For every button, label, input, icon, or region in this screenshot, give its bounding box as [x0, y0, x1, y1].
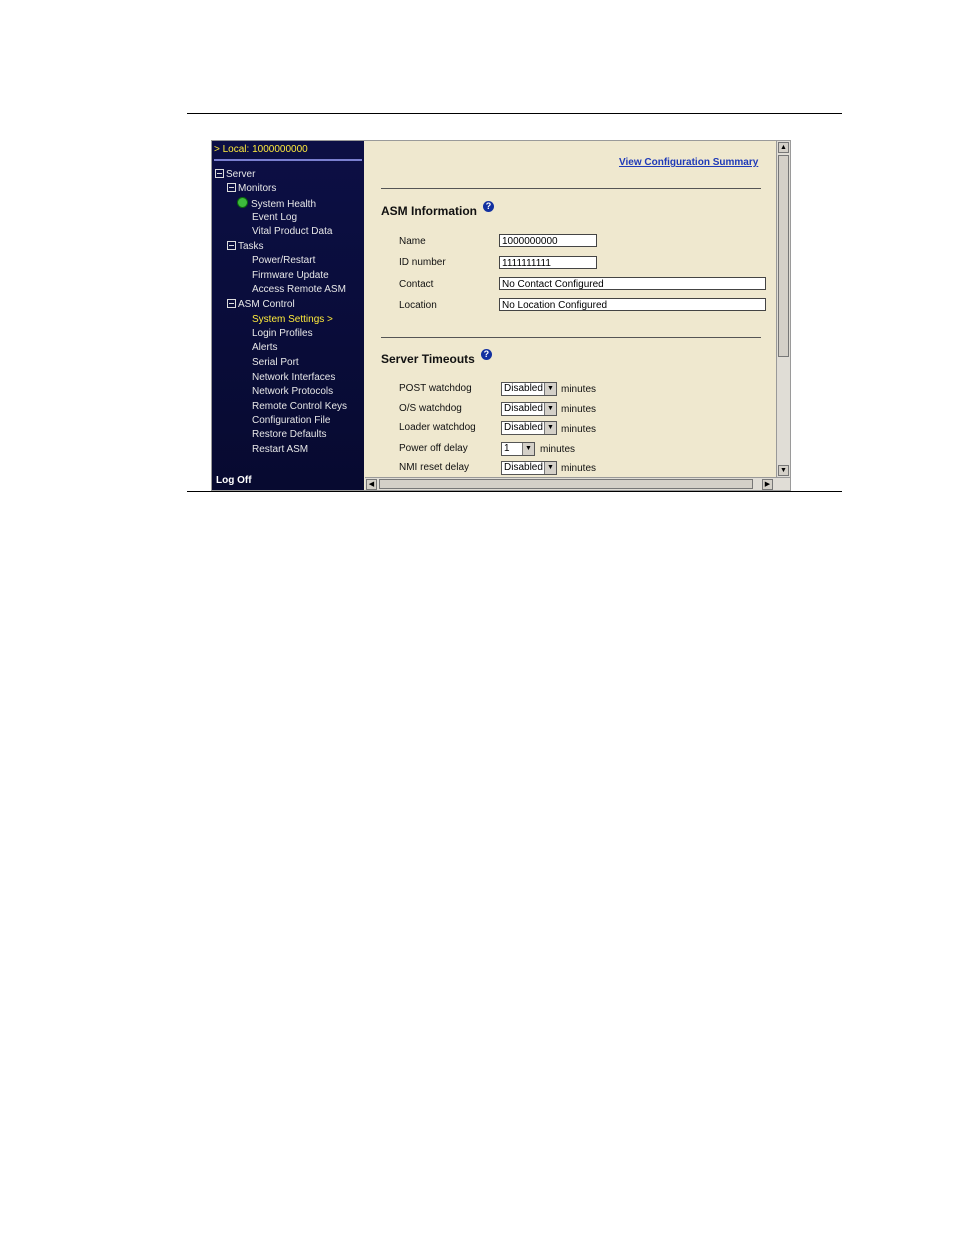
location-label: Location	[399, 300, 437, 311]
tree-item-power-restart[interactable]: Power/Restart	[252, 255, 315, 267]
loader-watchdog-unit: minutes	[561, 424, 597, 435]
id-number-label: ID number	[399, 257, 446, 268]
dropdown-arrow-icon[interactable]: ▼	[544, 422, 556, 434]
tree-item-network-interfaces[interactable]: Network Interfaces	[252, 372, 335, 384]
select-value: 1	[504, 443, 510, 454]
tree-item-access-remote-asm[interactable]: Access Remote ASM	[252, 284, 346, 296]
dropdown-arrow-icon[interactable]: ▼	[522, 443, 534, 455]
post-watchdog-label: POST watchdog	[399, 383, 472, 394]
tree-item-restore-defaults[interactable]: Restore Defaults	[252, 429, 326, 441]
post-watchdog-select[interactable]: Disabled ▼	[501, 382, 557, 396]
scroll-left-icon[interactable]: ◀	[366, 479, 377, 490]
horizontal-scrollbar[interactable]: ◀ ▶	[365, 477, 790, 490]
os-watchdog-unit: minutes	[561, 404, 597, 415]
id-number-input[interactable]: 1111111111	[499, 256, 597, 269]
tree-label: System Health	[251, 199, 317, 210]
scroll-down-icon[interactable]: ▼	[778, 465, 789, 476]
screenshot-frame: > Local: 1000000000 Server Monitors Syst…	[211, 140, 791, 491]
help-icon[interactable]: ?	[483, 201, 494, 212]
tree-label: Monitors	[238, 183, 277, 194]
contact-input[interactable]: No Contact Configured	[499, 277, 766, 290]
tree-item-tasks[interactable]: Tasks	[227, 241, 264, 253]
select-value: Disabled	[504, 422, 543, 433]
vertical-scrollbar[interactable]: ▲ ▼	[776, 141, 790, 477]
section-title-text: Server Timeouts	[381, 352, 475, 366]
tree-item-asm-control[interactable]: ASM Control	[227, 299, 295, 311]
health-status-icon	[237, 197, 248, 208]
log-off-link[interactable]: Log Off	[216, 475, 252, 486]
tree-item-event-log[interactable]: Event Log	[252, 212, 297, 224]
contact-label: Contact	[399, 279, 434, 290]
tree-label: Tasks	[238, 241, 264, 252]
sidebar-divider	[214, 159, 362, 161]
tree-item-restart-asm[interactable]: Restart ASM	[252, 444, 308, 456]
select-value: Disabled	[504, 462, 543, 473]
scroll-up-icon[interactable]: ▲	[778, 142, 789, 153]
power-off-delay-label: Power off delay	[399, 443, 468, 454]
power-off-delay-unit: minutes	[540, 444, 576, 455]
collapse-icon[interactable]	[227, 299, 236, 308]
section-title-text: ASM Information	[381, 204, 477, 218]
navigation-sidebar: > Local: 1000000000 Server Monitors Syst…	[212, 141, 364, 490]
nmi-reset-delay-select[interactable]: Disabled ▼	[501, 461, 557, 475]
section-divider	[381, 188, 761, 189]
view-configuration-summary-link[interactable]: View Configuration Summary	[619, 157, 758, 168]
help-icon[interactable]: ?	[480, 349, 492, 360]
sidebar-header: > Local: 1000000000	[214, 144, 308, 155]
main-content: View Configuration Summary ASM Informati…	[365, 141, 775, 477]
tree-item-monitors[interactable]: Monitors	[227, 183, 276, 195]
nmi-reset-delay-unit: minutes	[561, 463, 597, 474]
page-top-rule	[187, 113, 842, 114]
tree-item-server[interactable]: Server	[215, 169, 255, 181]
power-off-delay-select[interactable]: 1 ▼	[501, 442, 535, 456]
collapse-icon[interactable]	[215, 169, 224, 178]
horizontal-scroll-thumb[interactable]	[379, 479, 753, 489]
name-input[interactable]: 1000000000	[499, 234, 597, 247]
location-input[interactable]: No Location Configured	[499, 298, 766, 311]
post-watchdog-unit: minutes	[561, 384, 597, 395]
tree-item-vital-product-data[interactable]: Vital Product Data	[252, 226, 332, 238]
tree-item-configuration-file[interactable]: Configuration File	[252, 415, 330, 427]
os-watchdog-label: O/S watchdog	[399, 403, 462, 414]
page-bottom-rule	[187, 491, 842, 492]
section-divider	[381, 337, 761, 338]
tree-item-alerts[interactable]: Alerts	[252, 342, 278, 354]
name-label: Name	[399, 236, 426, 247]
collapse-icon[interactable]	[227, 183, 236, 192]
tree-item-system-settings[interactable]: System Settings >	[252, 314, 333, 326]
tree-item-login-profiles[interactable]: Login Profiles	[252, 328, 313, 340]
tree-item-serial-port[interactable]: Serial Port	[252, 357, 299, 369]
loader-watchdog-select[interactable]: Disabled ▼	[501, 421, 557, 435]
server-timeouts-heading: Server Timeouts?	[381, 349, 492, 366]
dropdown-arrow-icon[interactable]: ▼	[544, 403, 556, 415]
os-watchdog-select[interactable]: Disabled ▼	[501, 402, 557, 416]
select-value: Disabled	[504, 383, 543, 394]
loader-watchdog-label: Loader watchdog	[399, 422, 476, 433]
tree-label: Server	[226, 169, 256, 180]
tree-item-firmware-update[interactable]: Firmware Update	[252, 270, 329, 282]
vertical-scroll-thumb[interactable]	[778, 155, 789, 357]
scroll-right-icon[interactable]: ▶	[762, 479, 773, 490]
tree-item-network-protocols[interactable]: Network Protocols	[252, 386, 333, 398]
nmi-reset-delay-label: NMI reset delay	[399, 462, 470, 473]
select-value: Disabled	[504, 403, 543, 414]
dropdown-arrow-icon[interactable]: ▼	[544, 462, 556, 474]
collapse-icon[interactable]	[227, 241, 236, 250]
tree-item-remote-control-keys[interactable]: Remote Control Keys	[252, 401, 347, 413]
dropdown-arrow-icon[interactable]: ▼	[544, 383, 556, 395]
tree-item-system-health[interactable]: System Health	[237, 197, 316, 211]
tree-label: ASM Control	[238, 299, 295, 310]
asm-information-heading: ASM Information?	[381, 201, 494, 218]
